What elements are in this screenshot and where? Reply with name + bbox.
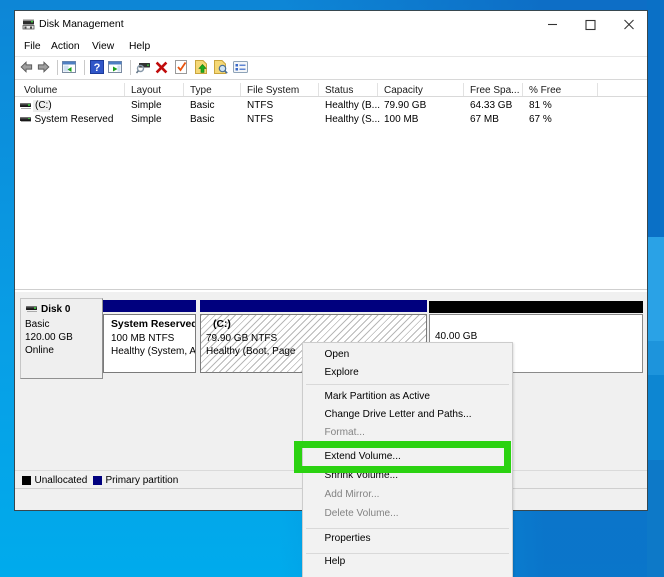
svg-text:?: ? <box>94 62 101 74</box>
